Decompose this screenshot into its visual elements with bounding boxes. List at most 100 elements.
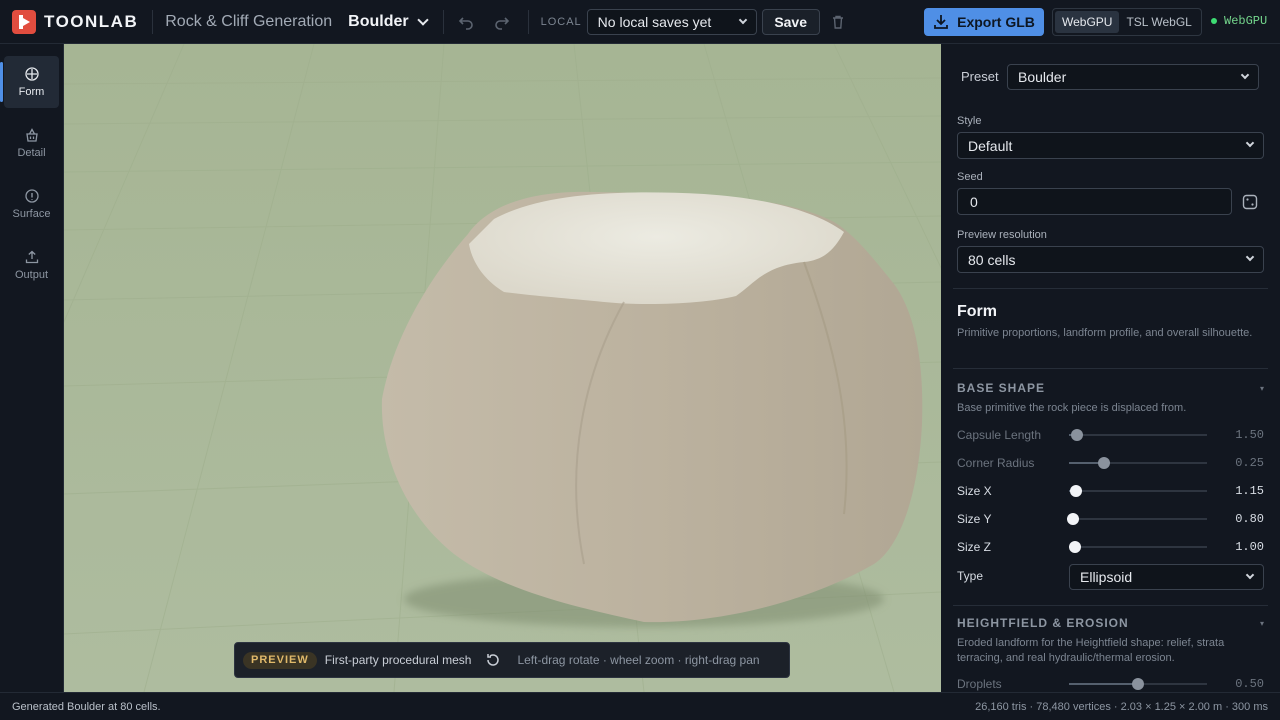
undo-button[interactable]	[452, 8, 480, 36]
slider-value: 0.50	[1235, 677, 1264, 691]
divider	[953, 288, 1268, 289]
status-message: Generated Boulder at 80 cells.	[12, 701, 161, 713]
base-shape-title[interactable]: BASE SHAPE	[957, 381, 1045, 395]
slider-thumb[interactable]	[1067, 513, 1079, 525]
divider	[953, 605, 1268, 606]
form-section-title: Form	[957, 303, 997, 320]
nav-item-label: Surface	[12, 207, 51, 220]
slider-track[interactable]	[1069, 457, 1207, 469]
type-value: Ellipsoid	[1080, 569, 1133, 585]
slider-size-x[interactable]: Size X 1.15	[957, 481, 1264, 501]
slider-value: 0.25	[1235, 456, 1264, 470]
slider-track[interactable]	[1069, 485, 1207, 497]
mesh-stats: 26,160 tris · 78,480 vertices · 2.03 × 1…	[975, 701, 1268, 713]
slider-thumb[interactable]	[1098, 457, 1110, 469]
type-label: Type	[957, 569, 984, 583]
trash-icon	[832, 15, 843, 29]
left-nav: Form Detail Surface Output	[0, 44, 64, 692]
3d-viewport[interactable]: PREVIEW First-party procedural mesh Left…	[64, 44, 941, 692]
collapse-icon[interactable]: ▾	[1260, 384, 1264, 393]
document-title[interactable]: Boulder	[348, 13, 408, 31]
slider-value: 1.50	[1235, 428, 1264, 442]
slider-thumb[interactable]	[1071, 429, 1083, 441]
viewport-hud: PREVIEW First-party procedural mesh Left…	[234, 642, 790, 678]
preset-label: Preset	[961, 69, 999, 84]
seed-label: Seed	[957, 171, 983, 183]
slider-corner-radius[interactable]: Corner Radius 0.25	[957, 453, 1264, 473]
type-select[interactable]: Ellipsoid	[1069, 564, 1264, 590]
redo-button[interactable]	[488, 8, 516, 36]
renderer-tsl-webgl[interactable]: TSL WebGL	[1119, 11, 1198, 33]
scene-canvas[interactable]	[64, 44, 941, 692]
base-shape-desc: Base primitive the rock piece is displac…	[957, 402, 1187, 414]
slider-thumb[interactable]	[1070, 485, 1082, 497]
preset-value: Boulder	[1018, 69, 1067, 85]
slider-track[interactable]	[1069, 678, 1207, 690]
resolution-select[interactable]: 80 cells	[957, 246, 1264, 273]
nav-item-surface[interactable]: Surface	[4, 178, 59, 230]
resolution-label: Preview resolution	[957, 229, 1047, 241]
slider-label: Capsule Length	[957, 428, 1042, 442]
chevron-down-icon[interactable]	[416, 13, 429, 26]
slider-size-y[interactable]: Size Y 0.80	[957, 509, 1264, 529]
slider-track[interactable]	[1067, 513, 1207, 525]
slider-size-z[interactable]: Size Z 1.00	[957, 537, 1264, 557]
export-glb-button[interactable]: Export GLB	[924, 8, 1044, 36]
divider	[442, 9, 444, 34]
style-label: Style	[957, 115, 982, 127]
settings-panel: Preset Boulder Style Default Seed 0 Prev…	[941, 44, 1280, 692]
undo-icon	[458, 16, 473, 30]
controls-hint: Left-drag rotate · wheel zoom · right-dr…	[517, 653, 760, 667]
slider-track[interactable]	[1069, 429, 1207, 441]
renderer-status: WebGPU	[1224, 14, 1268, 28]
save-button[interactable]: Save	[761, 8, 820, 35]
heightfield-desc: Eroded landform for the Heightfield shap…	[957, 637, 1225, 664]
seed-input[interactable]: 0	[957, 188, 1232, 215]
delete-button[interactable]	[824, 8, 852, 36]
chevron-down-icon	[1245, 138, 1255, 148]
slider-droplets[interactable]: Droplets 0.50	[957, 674, 1264, 692]
chevron-down-icon	[1245, 252, 1255, 262]
style-value: Default	[968, 137, 1013, 154]
nav-item-label: Detail	[17, 146, 46, 159]
slider-label: Droplets	[957, 677, 1002, 691]
preset-select[interactable]: Boulder	[1007, 64, 1259, 90]
slider-value: 1.15	[1235, 484, 1264, 498]
crosshair-icon	[24, 66, 39, 81]
resolution-value: 80 cells	[968, 251, 1016, 268]
collapse-icon[interactable]: ▾	[1260, 619, 1264, 628]
style-select[interactable]: Default	[957, 132, 1264, 159]
slider-label: Corner Radius	[957, 456, 1035, 470]
chevron-down-icon	[738, 15, 747, 24]
slider-thumb[interactable]	[1069, 541, 1081, 553]
status-bar: Generated Boulder at 80 cells. 26,160 tr…	[0, 692, 1280, 720]
renderer-webgpu[interactable]: WebGPU	[1055, 11, 1120, 33]
upload-icon	[25, 250, 38, 263]
redo-icon	[494, 16, 509, 30]
heightfield-title[interactable]: HEIGHTFIELD & EROSION	[957, 616, 1129, 630]
toonlab-logo-icon	[12, 9, 36, 34]
slider-thumb[interactable]	[1132, 678, 1144, 690]
renderer-toggle: WebGPU TSL WebGL	[1052, 8, 1202, 36]
divider	[527, 9, 529, 34]
slider-fill	[1069, 683, 1138, 685]
nav-item-output[interactable]: Output	[4, 239, 59, 291]
nav-item-detail[interactable]: Detail	[4, 117, 59, 169]
slider-value: 0.80	[1235, 512, 1264, 526]
app-title: Rock & Cliff Generation	[165, 12, 333, 30]
chevron-down-icon	[1245, 570, 1255, 580]
slider-value: 1.00	[1235, 540, 1264, 554]
slider-label: Size Y	[957, 512, 992, 526]
divider	[152, 9, 154, 34]
slider-capsule-length[interactable]: Capsule Length 1.50	[957, 425, 1264, 445]
dice-icon[interactable]	[1242, 194, 1258, 210]
slider-track[interactable]	[1069, 541, 1207, 553]
reset-view-icon[interactable]	[485, 652, 501, 668]
local-saves-value: No local saves yet	[597, 13, 712, 30]
nav-item-form[interactable]: Form	[0, 56, 59, 108]
local-saves-select[interactable]: No local saves yet	[586, 8, 757, 35]
form-section-desc: Primitive proportions, landform profile,…	[957, 327, 1253, 339]
download-icon	[934, 15, 949, 29]
logo: TOONLAB	[12, 9, 138, 34]
seed-value: 0	[970, 193, 978, 210]
